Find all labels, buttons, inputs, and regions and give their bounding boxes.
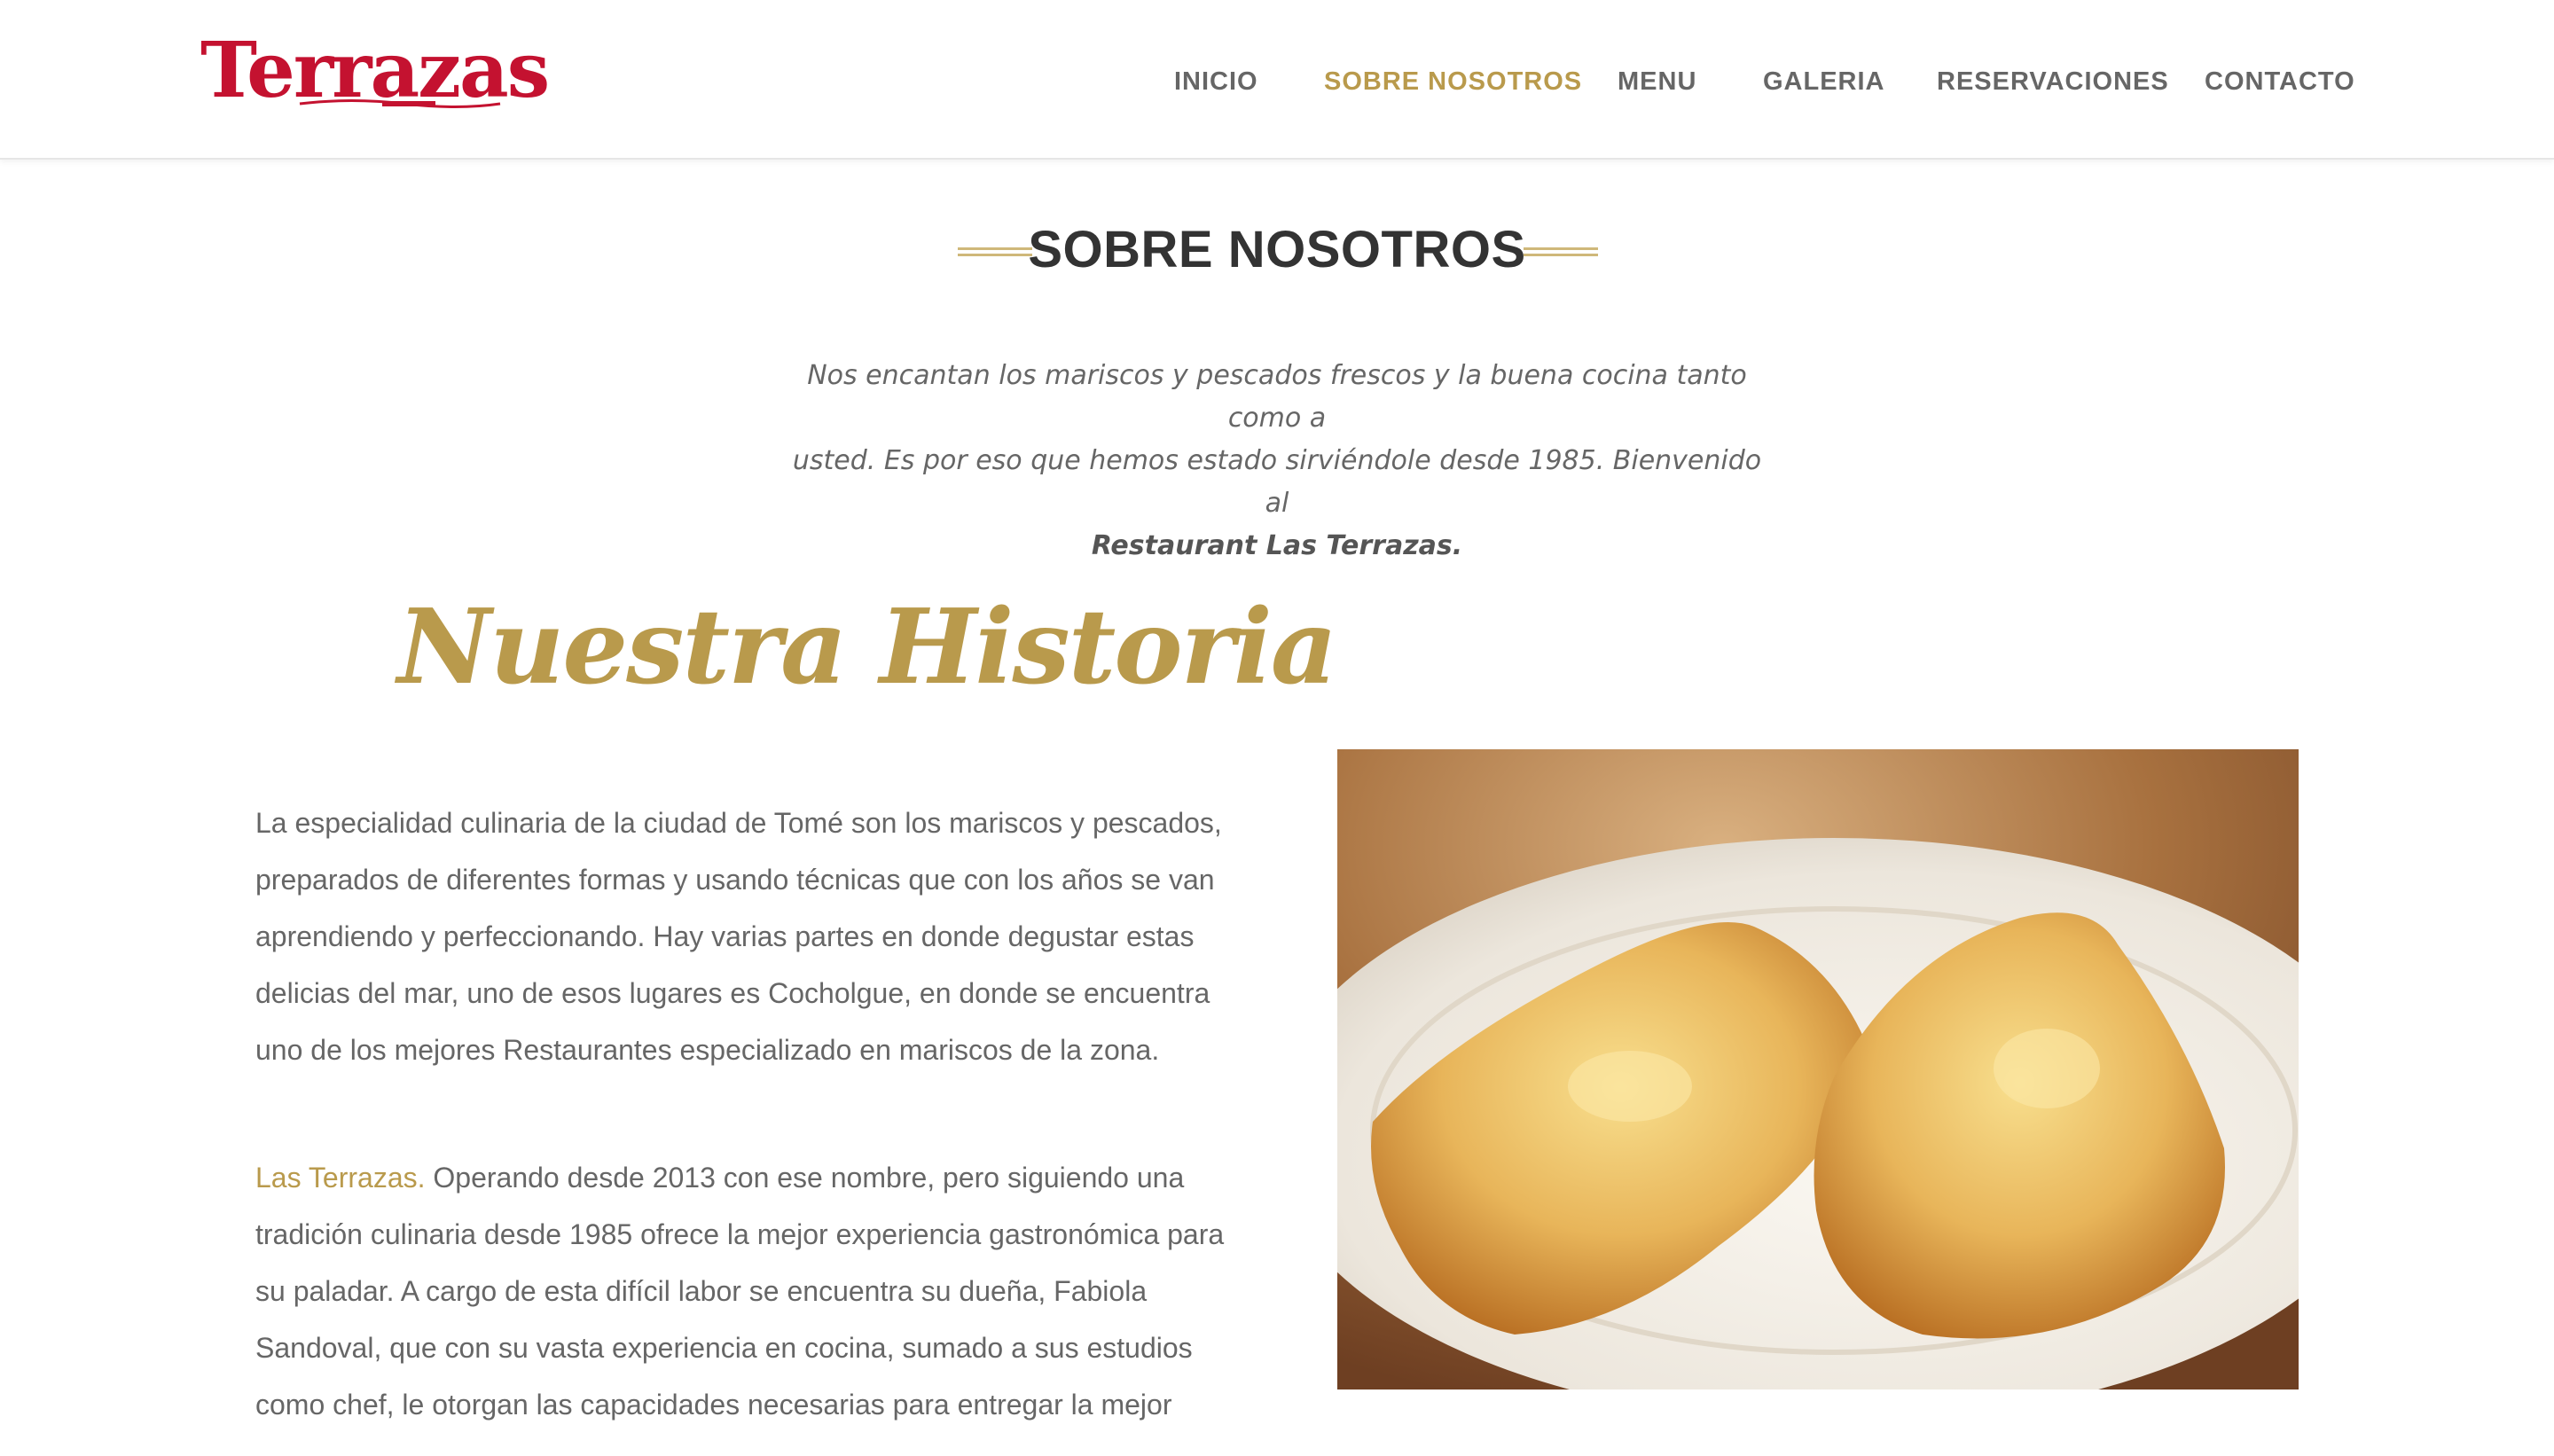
nav-contacto[interactable]: CONTACTO <box>2205 64 2355 99</box>
main-nav: INICIO SOBRE NOSOTROS MENU GALERIA RESER… <box>0 0 2554 160</box>
history-heading: Nuestra Historia <box>397 587 1337 708</box>
nav-sobre-nosotros[interactable]: SOBRE NOSOTROS <box>1324 64 1582 99</box>
intro-line-1: Nos encantan los mariscos y pescados fre… <box>807 360 1747 434</box>
history-paragraph-2-text: Operando desde 2013 con ese nombre, pero… <box>255 1162 1225 1421</box>
nav-inicio[interactable]: INICIO <box>1174 64 1258 99</box>
empanadas-illustration <box>1337 749 2299 1389</box>
site-header: Terrazas INICIO SOBRE NOSOTROS MENU GALE… <box>0 0 2554 160</box>
restaurant-name-link[interactable]: Las Terrazas. <box>255 1162 426 1194</box>
nav-reservaciones[interactable]: RESERVACIONES <box>1937 64 2169 99</box>
empanadas-photo <box>1337 749 2299 1389</box>
title-ornament-right <box>1524 247 1598 256</box>
intro-text: Nos encantan los mariscos y pescados fre… <box>780 355 1774 568</box>
nav-galeria[interactable]: GALERIA <box>1763 64 1885 99</box>
section-title: SOBRE NOSOTROS <box>1028 221 1526 278</box>
nav-menu[interactable]: MENU <box>1618 64 1696 99</box>
history-paragraph-2: Las Terrazas. Operando desde 2013 con es… <box>255 1149 1240 1433</box>
intro-line-2: usted. Es por eso que hemos estado sirvi… <box>792 445 1762 519</box>
intro-bold: Restaurant Las Terrazas. <box>1091 530 1463 561</box>
history-paragraph-1: La especialidad culinaria de la ciudad d… <box>255 807 1222 1066</box>
